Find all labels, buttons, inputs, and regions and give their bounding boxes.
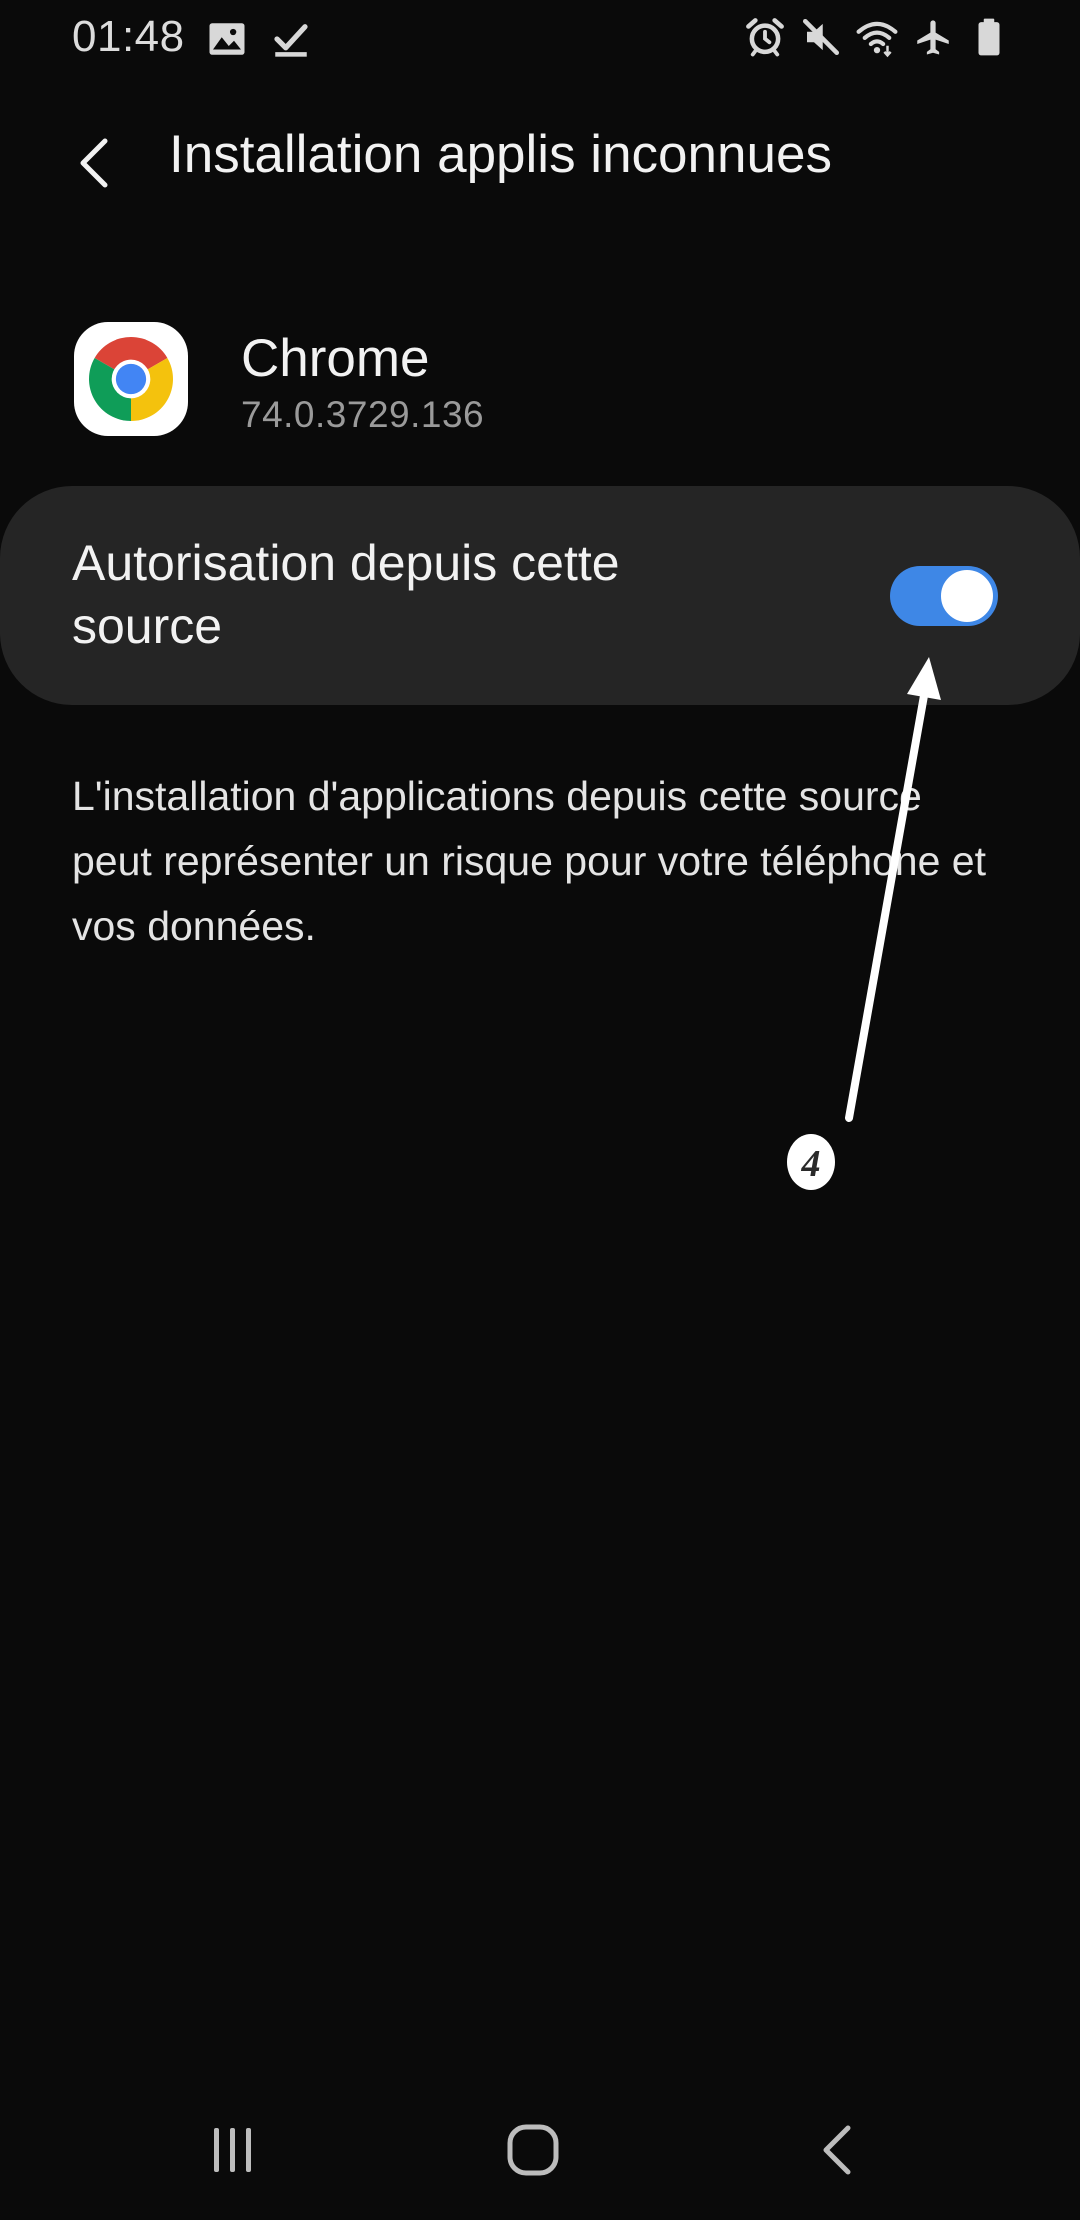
chrome-icon — [74, 322, 188, 436]
setting-label: Autorisation depuis cette source — [72, 535, 620, 654]
app-bar: Installation applis inconnues — [0, 110, 1080, 210]
home-button[interactable] — [483, 2100, 583, 2200]
page-title: Installation applis inconnues — [169, 125, 832, 184]
allow-source-setting[interactable]: Autorisation depuis cette source — [0, 486, 1080, 705]
annotation-marker-label: 4 — [801, 1143, 821, 1185]
status-right-icons — [744, 16, 1010, 58]
warning-description: L'installation d'applications depuis cet… — [72, 773, 986, 949]
status-left-icons — [206, 18, 312, 60]
airplane-icon — [917, 20, 949, 55]
status-time: 01:48 — [72, 12, 185, 61]
app-info: Chrome 74.0.3729.136 — [0, 320, 1080, 450]
battery-icon — [978, 18, 1000, 56]
home-icon — [507, 2124, 559, 2176]
recents-icon — [214, 2128, 251, 2172]
nav-back-button[interactable] — [788, 2100, 888, 2200]
allow-source-toggle[interactable] — [890, 566, 998, 626]
back-button[interactable] — [60, 128, 130, 198]
alarm-icon — [746, 18, 784, 57]
back-icon — [823, 2125, 851, 2175]
app-name: Chrome — [241, 329, 430, 388]
recents-button[interactable] — [182, 2100, 282, 2200]
screen: 01:48 Installation applis inconnues Chro… — [0, 0, 1080, 2220]
chevron-left-icon — [80, 138, 108, 188]
mute-icon — [802, 18, 840, 56]
wifi-icon — [856, 21, 898, 58]
annotation-marker: 4 — [787, 1134, 835, 1190]
app-version: 74.0.3729.136 — [241, 394, 485, 435]
image-icon — [209, 23, 245, 55]
download-done-icon — [274, 24, 308, 57]
navigation-bar — [0, 2080, 1080, 2220]
toggle-knob — [938, 567, 996, 625]
status-bar: 01:48 — [0, 0, 1080, 76]
